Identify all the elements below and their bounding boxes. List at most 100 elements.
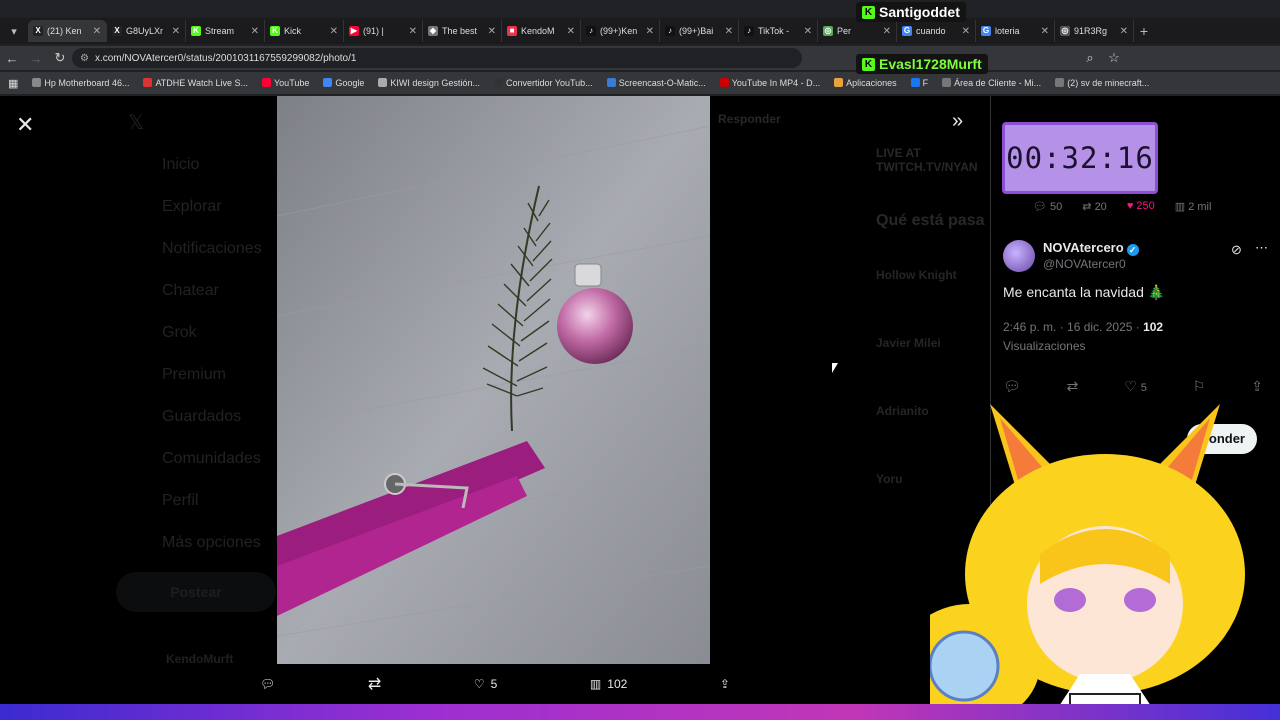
apps-grid-icon[interactable]: ▦ xyxy=(8,77,18,90)
close-tab-icon[interactable]: ✕ xyxy=(409,26,417,37)
stream-timer: 00:32:16 xyxy=(1002,122,1158,194)
url-field[interactable]: ⚙ x.com/NOVAtercer0/status/2001031167559… xyxy=(72,48,802,68)
tab-label: (99+)Ken xyxy=(600,26,638,36)
reply-icon[interactable]: 💬︎ xyxy=(1003,378,1021,395)
dimmed-nav-item: Premium xyxy=(162,366,227,383)
stat-replies[interactable]: 💬︎ 50 xyxy=(1033,200,1062,213)
tab-favicon-icon: ◆ xyxy=(428,26,438,36)
reply-button[interactable]: 💬︎ xyxy=(260,677,275,691)
browser-tab[interactable]: ■ KendoM ✕ xyxy=(502,20,581,42)
kick-logo-icon: K xyxy=(862,57,875,71)
grok-icon[interactable]: ⊘ xyxy=(1231,242,1242,258)
dimmed-reply-label: Responder xyxy=(718,112,781,126)
bookmark-item[interactable]: Área de Cliente - Mi... xyxy=(942,78,1041,88)
stat-likes[interactable]: ♥ 250 xyxy=(1127,200,1155,213)
browser-tab[interactable]: K Stream ✕ xyxy=(186,20,265,42)
close-tab-icon[interactable]: ✕ xyxy=(962,26,970,37)
close-tab-icon[interactable]: ✕ xyxy=(251,26,259,37)
browser-tab[interactable]: X (21) Ken ✕ xyxy=(28,20,107,42)
bookmark-item[interactable]: YouTube xyxy=(262,78,309,88)
dimmed-trend-item: Yoru xyxy=(876,472,903,486)
close-tab-icon[interactable]: ✕ xyxy=(804,26,812,37)
dimmed-trend-item: Hollow Knight xyxy=(876,268,957,282)
repost-button[interactable]: ⇄ xyxy=(368,674,381,694)
bookmark-favicon-icon xyxy=(834,78,844,87)
views-button[interactable]: ▥ 102 xyxy=(590,677,627,691)
browser-tab[interactable]: ♪ (99+)Bai ✕ xyxy=(660,20,739,42)
bookmark-label: F xyxy=(922,78,929,88)
tab-favicon-icon: K xyxy=(191,26,201,36)
close-tab-icon[interactable]: ✕ xyxy=(330,26,338,37)
search-icon[interactable]: ⌕ xyxy=(1078,50,1102,66)
browser-tab[interactable]: ◆ The best ✕ xyxy=(423,20,502,42)
bookmark-favicon-icon xyxy=(606,78,616,87)
bookmark-item[interactable]: Google xyxy=(323,78,364,88)
like-button[interactable]: ♡ 5 xyxy=(474,677,497,691)
bookmark-item[interactable]: Convertidor YouTub... xyxy=(493,78,593,88)
tab-label: loteria xyxy=(995,26,1020,36)
bookmark-item[interactable]: Hp Motherboard 46... xyxy=(32,78,129,88)
bookmark-icon[interactable]: ⚐ xyxy=(1193,378,1206,395)
close-tab-icon[interactable]: ✕ xyxy=(1041,26,1049,37)
forward-arrow-icon[interactable]: → xyxy=(24,51,48,66)
share-button[interactable]: ⇪ xyxy=(720,677,730,691)
close-tab-icon[interactable]: ✕ xyxy=(93,26,101,37)
tab-label: KendoM xyxy=(521,26,555,36)
tab-label: Kick xyxy=(284,26,302,36)
tab-label: cuando xyxy=(916,26,946,36)
author-name[interactable]: NOVAtercero ✓ xyxy=(1043,240,1139,256)
tab-favicon-icon: ▶ xyxy=(349,26,359,36)
avatar[interactable] xyxy=(1003,240,1035,272)
new-tab-plus-icon[interactable]: + xyxy=(1134,23,1154,39)
more-options-icon[interactable]: ⋯ xyxy=(1255,240,1268,256)
like-button[interactable]: ♡ 5 xyxy=(1124,378,1147,395)
close-tab-icon[interactable]: ✕ xyxy=(725,26,733,37)
repost-icon[interactable]: ⇄ xyxy=(1067,378,1079,395)
stat-reposts[interactable]: ⇄ 20 xyxy=(1082,200,1107,213)
browser-tab[interactable]: Gcuando ✕ xyxy=(897,20,976,42)
bookmark-item[interactable]: ATDHE Watch Live S... xyxy=(143,78,248,88)
tab-favicon-icon: ◎ xyxy=(823,26,833,36)
stream-frame-bottom xyxy=(0,704,1280,720)
tab-search-chevron-icon[interactable]: ▾ xyxy=(0,25,28,38)
close-tab-icon[interactable]: ✕ xyxy=(488,26,496,37)
close-tab-icon[interactable]: ✕ xyxy=(646,26,654,37)
tweet-timestamp[interactable]: 2:46 p. m. · 16 dic. 2025 · xyxy=(1003,320,1143,334)
star-icon[interactable]: ☆ xyxy=(1102,50,1126,66)
bookmark-item[interactable]: Screencast-O-Matic... xyxy=(606,78,706,88)
browser-tab[interactable]: ◎ Per ✕ xyxy=(818,20,897,42)
mouse-cursor-icon xyxy=(832,363,838,373)
bookmark-item[interactable]: F xyxy=(910,78,929,88)
browser-tab[interactable]: ♪ TikTok - ✕ xyxy=(739,20,818,42)
dimmed-nav-item: Grok xyxy=(162,324,197,341)
bookmark-favicon-icon xyxy=(910,78,920,87)
browser-tab[interactable]: K Kick ✕ xyxy=(265,20,344,42)
bookmark-item[interactable]: YouTube In MP4 - D... xyxy=(719,78,820,88)
close-tab-icon[interactable]: ✕ xyxy=(172,26,180,37)
browser-tab[interactable]: ♪ (99+)Ken ✕ xyxy=(581,20,660,42)
bookmark-item[interactable]: (2) sv de minecraft... xyxy=(1055,78,1149,88)
back-arrow-icon[interactable]: ← xyxy=(0,51,24,66)
bookmark-label: Hp Motherboard 46... xyxy=(44,78,130,88)
share-icon[interactable]: ⇪ xyxy=(1251,378,1263,395)
bookmark-item[interactable]: Aplicaciones xyxy=(834,78,897,88)
author-handle[interactable]: @NOVAtercer0 xyxy=(1043,257,1126,271)
bookmark-item[interactable]: KIWI design Gestión... xyxy=(378,78,480,88)
browser-tab[interactable]: Gloteria ✕ xyxy=(976,20,1055,42)
tab-favicon-icon: K xyxy=(270,26,280,36)
tweet-photo[interactable] xyxy=(277,96,710,664)
browser-tab[interactable]: ▶ (91) | ✕ xyxy=(344,20,423,42)
browser-tab[interactable]: ◎ 91R3Rg ✕ xyxy=(1055,20,1134,42)
reload-icon[interactable]: ↻ xyxy=(48,50,72,66)
stat-views[interactable]: ▥ 2 mil xyxy=(1175,200,1212,213)
close-tab-icon[interactable]: ✕ xyxy=(883,26,891,37)
dimmed-section-title: Qué está pasa xyxy=(876,212,985,229)
site-info-icon[interactable]: ⚙ xyxy=(80,53,89,64)
expand-panel-icon[interactable]: » xyxy=(952,110,963,133)
tab-favicon-icon: ◎ xyxy=(1060,26,1070,36)
bookmark-label: ATDHE Watch Live S... xyxy=(155,78,248,88)
close-viewer-icon[interactable]: ✕ xyxy=(16,112,34,138)
close-tab-icon[interactable]: ✕ xyxy=(567,26,575,37)
close-tab-icon[interactable]: ✕ xyxy=(1120,26,1128,37)
browser-tab[interactable]: X G8UyLXr ✕ xyxy=(107,20,186,42)
